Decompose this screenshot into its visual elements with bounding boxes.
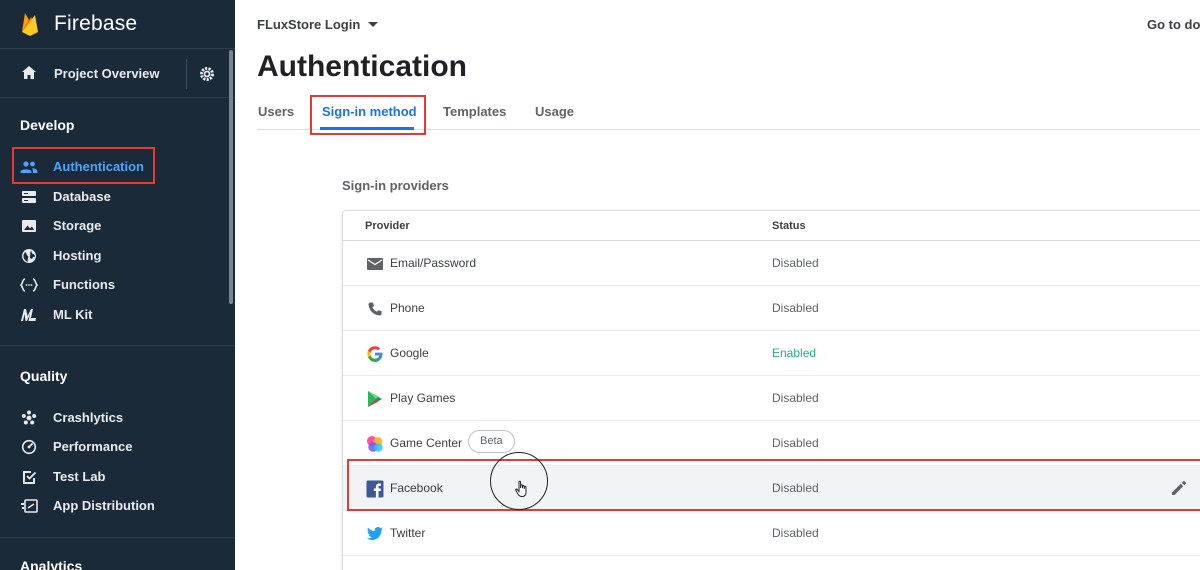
provider-status: Disabled: [772, 436, 819, 450]
sidebar-item-label: ML Kit: [53, 307, 93, 322]
authentication-highlight-box: [12, 147, 155, 184]
provider-name: Google: [390, 346, 429, 360]
database-icon: [20, 188, 38, 206]
page-title: Authentication: [257, 50, 467, 83]
section-analytics[interactable]: Analytics: [20, 558, 82, 570]
sidebar-item-hosting[interactable]: Hosting: [0, 241, 230, 270]
column-provider: Provider: [365, 220, 410, 232]
distribution-icon: [20, 497, 38, 515]
provider-row-play-games[interactable]: Play Games Disabled: [343, 376, 1200, 421]
table-header: Provider Status: [343, 211, 1200, 241]
provider-status: Disabled: [772, 391, 819, 405]
functions-icon: [20, 276, 38, 294]
sidebar-item-label: Test Lab: [53, 469, 106, 484]
sign-in-providers-heading: Sign-in providers: [342, 178, 449, 193]
sidebar: Firebase Project Overview Develop Authen…: [0, 0, 235, 570]
sidebar-item-ml-kit[interactable]: ML Kit: [0, 300, 230, 329]
provider-name: Play Games: [390, 391, 456, 405]
provider-name: Twitter: [390, 526, 426, 540]
project-selector[interactable]: FLuxStore Login: [257, 17, 379, 32]
brand-name: Firebase: [54, 12, 138, 35]
provider-status: Enabled: [772, 346, 817, 360]
home-icon: [22, 66, 36, 79]
provider-name: Phone: [390, 301, 425, 315]
sidebar-divider: [0, 537, 235, 538]
sidebar-item-app-distribution[interactable]: App Distribution: [0, 491, 230, 520]
tab-usage[interactable]: Usage: [535, 104, 574, 119]
provider-status: Disabled: [772, 526, 819, 540]
sidebar-item-label: Performance: [53, 439, 133, 454]
provider-row-twitter[interactable]: Twitter Disabled: [343, 511, 1200, 556]
sidebar-item-functions[interactable]: Functions: [0, 270, 230, 299]
tab-templates[interactable]: Templates: [443, 104, 506, 119]
provider-name: Game Center: [390, 436, 463, 450]
docs-link[interactable]: Go to doc: [1147, 17, 1200, 32]
sidebar-item-label: App Distribution: [53, 498, 155, 513]
provider-status: Disabled: [772, 301, 819, 315]
game-center-icon: [365, 434, 385, 454]
section-quality[interactable]: Quality: [20, 368, 67, 384]
sidebar-item-label: Crashlytics: [53, 410, 124, 425]
ml-kit-icon: [20, 306, 38, 324]
sidebar-divider: [0, 345, 235, 346]
facebook-highlight-box: [347, 459, 1200, 511]
email-icon: [365, 254, 385, 274]
twitter-icon: [365, 524, 385, 544]
provider-status: Disabled: [772, 256, 819, 270]
firebase-logo-icon: [22, 13, 38, 36]
beta-badge: Beta: [468, 430, 515, 453]
firebase-brand[interactable]: Firebase: [0, 0, 235, 48]
sign-in-method-highlight-box: [310, 95, 426, 135]
sidebar-item-crashlytics[interactable]: Crashlytics: [0, 403, 230, 432]
tab-users[interactable]: Users: [258, 104, 294, 119]
project-name: FLuxStore Login: [257, 17, 361, 32]
provider-row-phone[interactable]: Phone Disabled: [343, 286, 1200, 331]
sidebar-item-test-lab[interactable]: Test Lab: [0, 462, 230, 491]
gear-icon[interactable]: [198, 65, 216, 83]
google-icon: [365, 344, 385, 364]
overview-divider: [186, 59, 187, 89]
crashlytics-icon: [20, 409, 38, 427]
sidebar-item-database[interactable]: Database: [0, 182, 230, 211]
provider-row-email[interactable]: Email/Password Disabled: [343, 241, 1200, 286]
hand-cursor-icon: [515, 480, 527, 498]
sidebar-item-label: Hosting: [53, 248, 102, 263]
speedometer-icon: [20, 438, 38, 456]
sidebar-item-label: Storage: [53, 218, 102, 233]
project-overview-label: Project Overview: [54, 65, 160, 81]
checklist-icon: [20, 468, 38, 486]
section-develop[interactable]: Develop: [20, 117, 74, 133]
project-overview-link[interactable]: Project Overview: [0, 48, 235, 98]
top-bar: FLuxStore Login Go to doc: [235, 0, 1200, 48]
sidebar-item-storage[interactable]: Storage: [0, 211, 230, 240]
phone-icon: [365, 299, 385, 319]
provider-name: Email/Password: [390, 256, 477, 270]
sidebar-scrollbar[interactable]: [229, 50, 233, 304]
sidebar-item-performance[interactable]: Performance: [0, 432, 230, 461]
sidebar-item-label: Database: [53, 189, 111, 204]
play-games-icon: [365, 389, 385, 409]
providers-table: Provider Status Email/Password Disabled …: [342, 210, 1200, 570]
column-status: Status: [772, 220, 806, 232]
provider-row-google[interactable]: Google Enabled: [343, 331, 1200, 376]
image-icon: [20, 217, 38, 235]
chevron-down-icon: [368, 22, 379, 27]
globe-icon: [20, 247, 38, 265]
sidebar-item-label: Functions: [53, 277, 116, 292]
